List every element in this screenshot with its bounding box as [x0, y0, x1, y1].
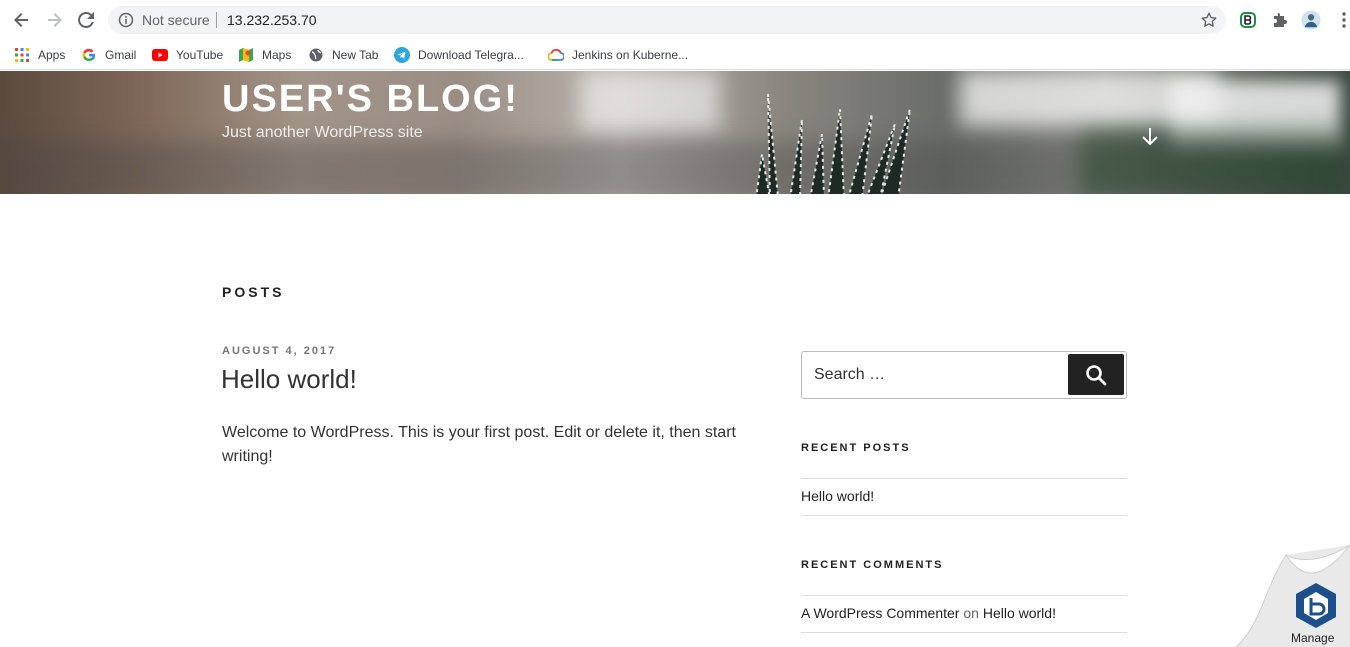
comment-on-text: on [963, 605, 979, 621]
forward-button[interactable] [42, 8, 66, 32]
succulent-plant-image [755, 93, 911, 194]
url-text[interactable]: 13.232.253.70 [227, 12, 317, 28]
google-cloud-icon [548, 47, 564, 63]
extensions-menu-button[interactable] [1270, 10, 1290, 30]
recent-comment-item: A WordPress Commenter on Hello world! [801, 605, 1056, 621]
back-arrow-icon [14, 13, 28, 27]
chrome-menu-button[interactable] [1334, 10, 1350, 30]
bookmark-label: Apps [38, 48, 66, 62]
widget-divider [801, 632, 1127, 633]
comment-post-link[interactable]: Hello world! [983, 605, 1056, 621]
bookmark-label: Jenkins on Kuberne... [572, 48, 689, 62]
widget-divider [801, 515, 1127, 516]
bookmark-maps[interactable]: Maps [238, 44, 291, 66]
post-date[interactable]: AUGUST 4, 2017 [222, 345, 336, 357]
omnibox-divider [216, 12, 217, 28]
bookmark-label: Maps [262, 48, 292, 62]
info-icon[interactable] [118, 12, 134, 28]
security-label[interactable]: Not secure [142, 12, 210, 28]
apps-grid-icon [14, 47, 30, 63]
widget-divider [801, 478, 1127, 479]
profile-avatar-button[interactable] [1301, 10, 1321, 30]
maps-icon [238, 47, 254, 63]
extension-button[interactable] [1238, 10, 1258, 30]
posts-section-heading: POSTS [222, 284, 285, 300]
recent-post-link[interactable]: Hello world! [801, 488, 874, 504]
manage-label[interactable]: Manage [1291, 631, 1334, 645]
forward-arrow-icon [48, 13, 62, 27]
widget-divider [801, 595, 1127, 596]
bookmark-label: Download Telegra... [418, 48, 524, 62]
bookmark-new-tab[interactable]: New Tab [308, 44, 378, 66]
bookmark-label: YouTube [176, 48, 224, 62]
google-g-icon [81, 47, 97, 63]
reload-icon [78, 11, 94, 28]
recent-comments-heading: RECENT COMMENTS [801, 559, 944, 571]
bookmark-youtube[interactable]: YouTube [152, 44, 223, 66]
kebab-menu-icon [1342, 12, 1346, 28]
bookmarks-bar: Apps Gmail YouTube Maps New Tab Download… [0, 40, 1350, 70]
bookmark-telegram[interactable]: Download Telegra... [394, 44, 524, 66]
address-bar[interactable]: Not secure 13.232.253.70 [108, 6, 1226, 34]
bookmark-apps[interactable]: Apps [14, 44, 65, 66]
site-title[interactable]: USER'S BLOG! [222, 78, 519, 121]
bookmark-star-icon[interactable] [1200, 11, 1218, 29]
search-submit-button[interactable] [1068, 354, 1124, 395]
browser-toolbar: Not secure 13.232.253.70 [0, 0, 1350, 40]
recent-posts-heading: RECENT POSTS [801, 442, 911, 454]
reload-button[interactable] [74, 8, 98, 32]
profile-avatar-icon [1301, 10, 1321, 30]
bookmark-label: New Tab [332, 48, 379, 62]
post-title-link[interactable]: Hello world! [221, 364, 357, 395]
globe-icon [308, 47, 324, 63]
puzzle-piece-icon [1274, 13, 1287, 27]
back-button[interactable] [10, 8, 34, 32]
scroll-down-arrow-icon[interactable] [1140, 126, 1160, 148]
bookmark-label: Gmail [105, 48, 137, 62]
site-description: Just another WordPress site [222, 124, 423, 141]
search-icon [1086, 364, 1107, 385]
bookmark-gmail[interactable]: Gmail [81, 44, 136, 66]
bookmark-jenkins[interactable]: Jenkins on Kuberne... [548, 44, 688, 66]
search-placeholder: Search … [814, 366, 886, 383]
telegram-icon [394, 47, 410, 63]
post-excerpt: Welcome to WordPress. This is your first… [222, 424, 736, 465]
site-header-image: USER'S BLOG! Just another WordPress site [0, 71, 1350, 194]
youtube-icon [152, 47, 168, 63]
comment-author-link[interactable]: A WordPress Commenter [801, 605, 959, 621]
extension-badge-icon [1240, 12, 1256, 28]
